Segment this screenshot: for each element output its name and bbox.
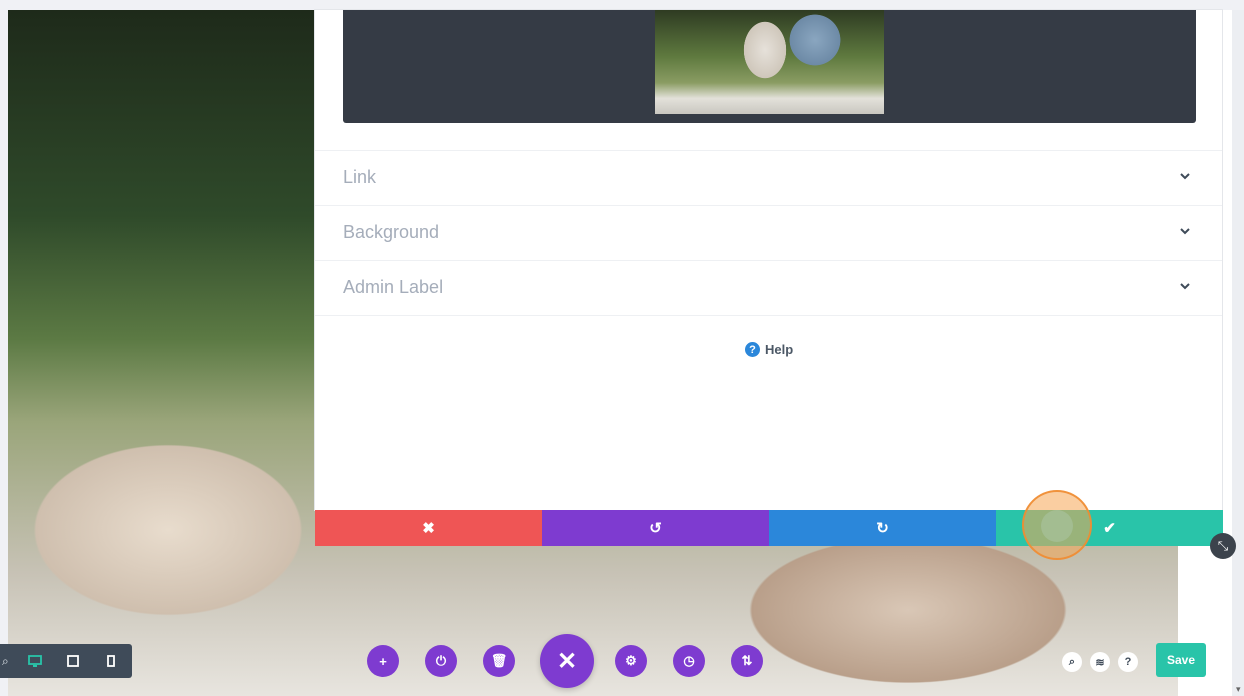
undo-button[interactable]: ↺: [542, 510, 769, 546]
sort-icon: ⇅: [741, 653, 753, 668]
history-icon: ◷: [683, 653, 695, 668]
accordion-label: Admin Label: [343, 277, 444, 297]
help-label: Help: [765, 342, 794, 357]
layers-icon[interactable]: ≋: [1090, 652, 1110, 672]
add-button[interactable]: +: [367, 645, 399, 677]
question-icon: ?: [745, 342, 760, 357]
trash-button[interactable]: 🗑: [483, 645, 515, 677]
accordion-label: Link: [343, 167, 377, 187]
history-button[interactable]: ◷: [673, 645, 705, 677]
power-button[interactable]: ⏻: [425, 645, 457, 677]
chevron-down-icon: [1180, 228, 1190, 235]
redo-button[interactable]: ↻: [769, 510, 996, 546]
save-button[interactable]: Save: [1156, 643, 1206, 677]
close-toolbar-button[interactable]: ✕: [540, 634, 594, 688]
close-icon: ✖: [422, 520, 435, 537]
help-link[interactable]: ? Help: [745, 342, 793, 357]
image-preview: [655, 10, 884, 114]
zoom-icon[interactable]: ⌕: [2, 654, 10, 669]
responsive-view-controls: ⌕: [0, 644, 132, 678]
undo-icon: ↺: [649, 520, 662, 537]
accordion-admin-label[interactable]: Admin Label: [315, 260, 1222, 316]
discard-button[interactable]: ✖: [315, 510, 542, 546]
settings-button[interactable]: ⚙: [615, 645, 647, 677]
click-indicator-inner: [1041, 510, 1073, 542]
phone-icon[interactable]: [98, 648, 124, 674]
portability-button[interactable]: ⇅: [731, 645, 763, 677]
trash-icon: 🗑: [490, 653, 508, 668]
image-preview-box: [343, 10, 1196, 123]
resize-icon[interactable]: ⤡: [1210, 533, 1236, 559]
chevron-down-icon: [1180, 283, 1190, 290]
accordion-background[interactable]: Background: [315, 205, 1222, 260]
accordion-label: Background: [343, 222, 440, 242]
check-icon: ✔: [1103, 520, 1116, 537]
desktop-icon[interactable]: [22, 648, 48, 674]
redo-icon: ↻: [876, 520, 889, 537]
accordion-link[interactable]: Link: [315, 150, 1222, 205]
tablet-icon[interactable]: [60, 648, 86, 674]
gear-icon: ⚙: [625, 653, 637, 668]
search-icon[interactable]: ⌕: [1062, 652, 1082, 672]
close-icon: ✕: [556, 647, 578, 675]
add-icon: +: [379, 653, 387, 669]
module-settings-panel: Link Background Admin Label ? Help: [315, 10, 1222, 510]
scroll-down-arrow[interactable]: ▾: [1236, 684, 1241, 695]
power-icon: ⏻: [435, 653, 447, 668]
chevron-down-icon: [1180, 173, 1190, 180]
scrollbar[interactable]: [1232, 10, 1244, 696]
help-icon[interactable]: ?: [1118, 652, 1138, 672]
